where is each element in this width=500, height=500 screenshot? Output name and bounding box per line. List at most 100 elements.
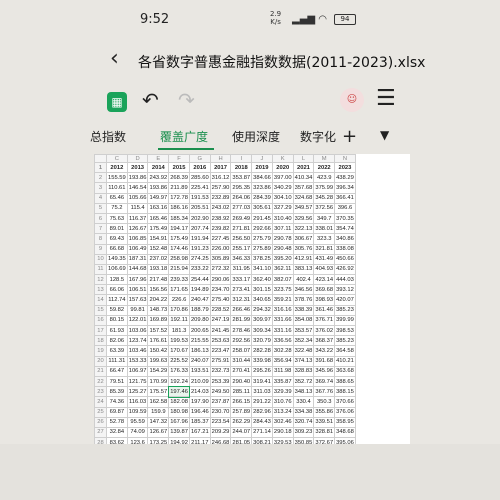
- table-cell[interactable]: 348.13: [292, 386, 315, 398]
- table-cell[interactable]: 281.99: [230, 314, 253, 327]
- row-header[interactable]: 2: [94, 172, 107, 184]
- table-cell[interactable]: 309.23: [292, 426, 315, 439]
- table-cell[interactable]: 340.86: [334, 233, 356, 245]
- table-cell[interactable]: 398.53: [334, 324, 356, 337]
- table-cell[interactable]: 339.98: [251, 355, 273, 367]
- table-cell[interactable]: 69.43: [106, 233, 128, 245]
- table-cell[interactable]: 327.29: [271, 202, 294, 214]
- table-cell[interactable]: 369.74: [313, 375, 336, 388]
- table-cell[interactable]: 292.66: [251, 223, 273, 235]
- table-cell[interactable]: 170.86: [168, 304, 190, 316]
- table-cell[interactable]: 331.66: [271, 314, 294, 327]
- table-cell[interactable]: 167.96: [126, 274, 149, 286]
- table-cell[interactable]: 74.09: [126, 426, 149, 439]
- table-cell[interactable]: 191.23: [188, 243, 211, 255]
- table-cell[interactable]: 423.9: [313, 172, 336, 184]
- table-cell[interactable]: 412.91: [292, 253, 315, 265]
- table-cell[interactable]: 376.02: [313, 324, 336, 337]
- table-cell[interactable]: 126.67: [126, 223, 149, 235]
- table-cell[interactable]: 426.92: [334, 263, 356, 276]
- table-cell[interactable]: 211.89: [168, 182, 190, 194]
- table-cell[interactable]: 330.4: [292, 396, 315, 408]
- table-cell[interactable]: 185.37: [188, 416, 211, 428]
- table-cell[interactable]: 275.79: [251, 233, 273, 245]
- table-cell[interactable]: 181.3: [168, 324, 190, 337]
- table-cell[interactable]: 85.39: [106, 386, 128, 398]
- table-cell[interactable]: 266.46: [230, 304, 253, 316]
- table-cell[interactable]: 268.39: [168, 172, 190, 184]
- table-cell[interactable]: 366.41: [334, 192, 356, 204]
- table-cell[interactable]: 148.73: [147, 304, 170, 316]
- table-cell[interactable]: 65.46: [106, 192, 128, 204]
- table-cell[interactable]: 125.27: [126, 386, 149, 398]
- row-header[interactable]: 6: [94, 212, 107, 225]
- table-cell[interactable]: 215.55: [188, 335, 211, 347]
- table-cell[interactable]: 116.37: [126, 212, 149, 225]
- table-cell[interactable]: 282.28: [251, 345, 273, 357]
- table-cell[interactable]: 163.16: [147, 202, 170, 214]
- year-header-cell[interactable]: 2015: [168, 161, 190, 174]
- table-cell[interactable]: 112.74: [106, 294, 128, 306]
- column-header[interactable]: M: [313, 154, 336, 163]
- table-cell[interactable]: 352.72: [292, 375, 315, 388]
- row-header[interactable]: 21: [94, 365, 107, 377]
- table-cell[interactable]: 174.46: [168, 243, 190, 255]
- row-header[interactable]: 15: [94, 304, 107, 316]
- row-header[interactable]: 26: [94, 416, 107, 428]
- table-cell[interactable]: 271.81: [230, 223, 253, 235]
- table-cell[interactable]: 423.14: [313, 274, 336, 286]
- table-cell[interactable]: 146.54: [126, 182, 149, 194]
- spreadsheet-icon[interactable]: ▦: [107, 92, 127, 112]
- row-header[interactable]: 11: [94, 263, 107, 276]
- table-cell[interactable]: 167.96: [168, 416, 190, 428]
- row-header[interactable]: 16: [94, 314, 107, 327]
- table-cell[interactable]: 128.5: [106, 274, 128, 286]
- table-cell[interactable]: 320.79: [251, 335, 273, 347]
- table-cell[interactable]: 320.74: [292, 416, 315, 428]
- table-cell[interactable]: 95.59: [126, 416, 149, 428]
- table-cell[interactable]: 193.51: [188, 365, 211, 377]
- table-cell[interactable]: 105.66: [126, 192, 149, 204]
- table-cell[interactable]: 291.22: [251, 396, 273, 408]
- year-header-cell[interactable]: 2018: [230, 161, 253, 174]
- table-cell[interactable]: 144.68: [126, 263, 149, 276]
- table-cell[interactable]: 331.16: [271, 324, 294, 337]
- table-cell[interactable]: 346.33: [230, 253, 253, 265]
- table-cell[interactable]: 404.93: [313, 263, 336, 276]
- table-cell[interactable]: 295.35: [230, 182, 253, 194]
- table-cell[interactable]: 75.63: [106, 212, 128, 225]
- row-header[interactable]: 3: [94, 182, 107, 194]
- table-cell[interactable]: 438.29: [334, 172, 356, 184]
- table-cell[interactable]: 383.13: [292, 263, 315, 276]
- table-cell[interactable]: 328.81: [313, 426, 336, 439]
- table-cell[interactable]: 316.16: [271, 304, 294, 316]
- table-cell[interactable]: 362.11: [271, 263, 294, 276]
- table-cell[interactable]: 237.02: [147, 253, 170, 265]
- table-cell[interactable]: 106.49: [126, 243, 149, 255]
- table-cell[interactable]: 167.21: [188, 426, 211, 439]
- table-cell[interactable]: 305.76: [292, 243, 315, 255]
- table-cell[interactable]: 115.4: [126, 202, 149, 214]
- table-cell[interactable]: 450.66: [334, 253, 356, 265]
- table-cell[interactable]: 247.19: [209, 314, 232, 327]
- table-cell[interactable]: 338.08: [334, 243, 356, 255]
- table-cell[interactable]: 264.06: [230, 192, 253, 204]
- row-header[interactable]: 5: [94, 202, 107, 214]
- table-cell[interactable]: 253.39: [209, 375, 232, 388]
- table-cell[interactable]: 290.40: [230, 375, 253, 388]
- table-cell[interactable]: 209.29: [209, 426, 232, 439]
- table-cell[interactable]: 285.11: [230, 386, 253, 398]
- table-cell[interactable]: 176.61: [147, 335, 170, 347]
- table-cell[interactable]: 79.51: [106, 375, 128, 388]
- table-cell[interactable]: 302.46: [271, 416, 294, 428]
- table-cell[interactable]: 402.4: [292, 274, 315, 286]
- table-cell[interactable]: 420.07: [334, 294, 356, 306]
- table-cell[interactable]: 324.68: [292, 192, 315, 204]
- table-cell[interactable]: 312.31: [230, 294, 253, 306]
- table-cell[interactable]: 103.46: [126, 345, 149, 357]
- table-cell[interactable]: 349.7: [313, 212, 336, 225]
- table-cell[interactable]: 396.34: [334, 182, 356, 194]
- table-cell[interactable]: 192.11: [168, 314, 190, 327]
- table-cell[interactable]: 274.25: [188, 253, 211, 265]
- table-cell[interactable]: 193.86: [147, 182, 170, 194]
